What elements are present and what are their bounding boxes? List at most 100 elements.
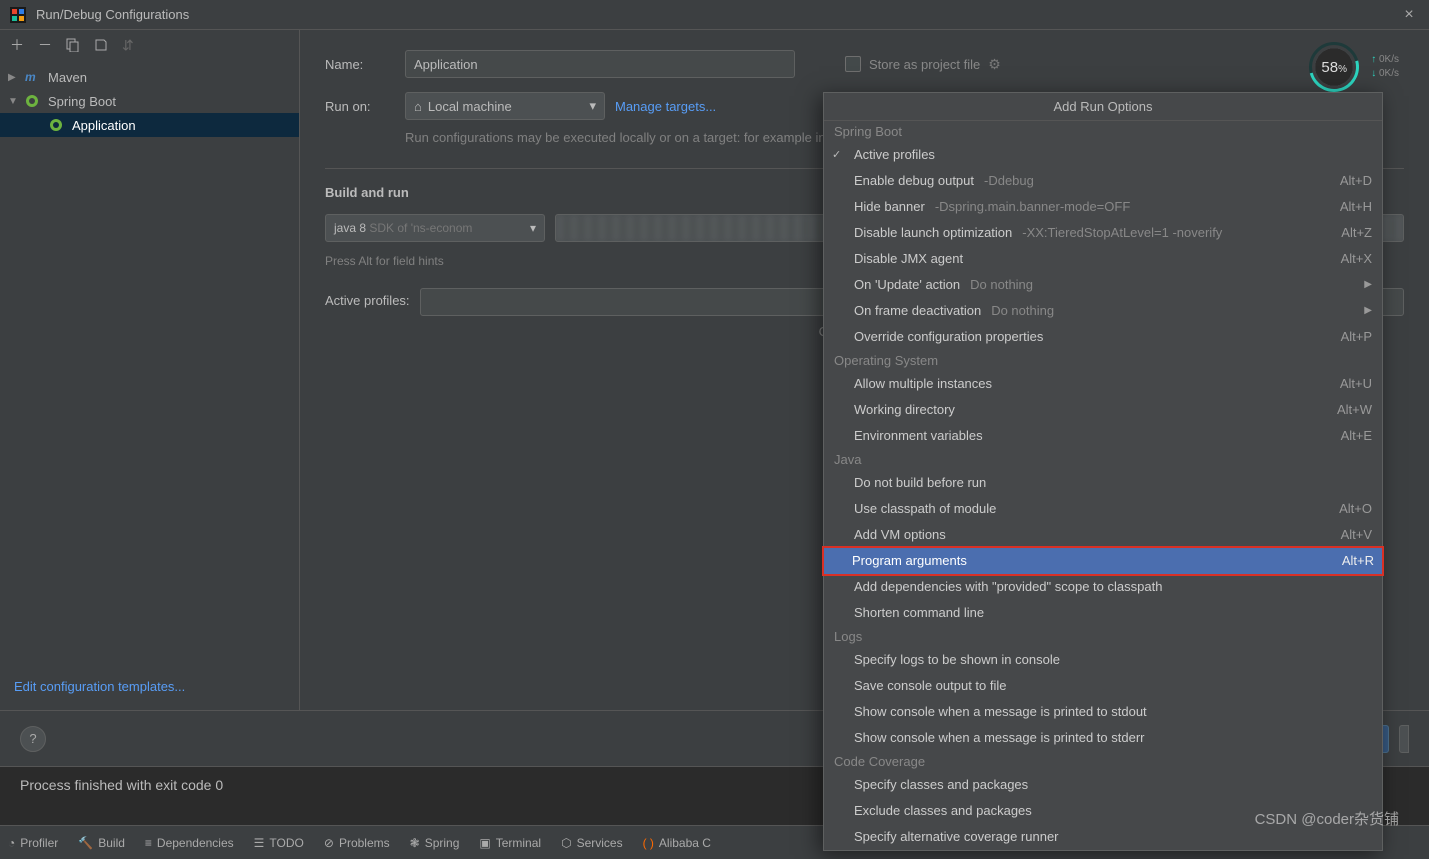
home-icon: ⌂	[414, 99, 422, 114]
popup-item-show-stdout[interactable]: Show console when a message is printed t…	[824, 699, 1382, 725]
store-file-group: Store as project file ⚙	[845, 56, 1001, 73]
gear-icon[interactable]: ⚙	[988, 56, 1001, 73]
popup-item-on-update[interactable]: On 'Update' actionDo nothing▶	[824, 272, 1382, 298]
store-checkbox[interactable]	[845, 56, 861, 72]
console-text: Process finished with exit code 0	[20, 777, 223, 793]
layers-icon: ≡	[145, 836, 152, 850]
chevron-right-icon: ▶	[8, 72, 20, 83]
tab-todo[interactable]: ☰TODO	[254, 836, 304, 850]
store-label: Store as project file	[869, 57, 980, 72]
services-icon: ⬡	[561, 836, 571, 850]
popup-item-add-deps[interactable]: Add dependencies with "provided" scope t…	[824, 574, 1382, 600]
popup-section-os: Operating System	[824, 350, 1382, 371]
popup-item-disable-launch[interactable]: Disable launch optimization-XX:TieredSto…	[824, 220, 1382, 246]
popup-item-add-vm[interactable]: Add VM optionsAlt+V	[824, 522, 1382, 548]
tree-label: Spring Boot	[48, 94, 116, 109]
cancel-button[interactable]	[1399, 725, 1409, 753]
popup-item-spec-logs[interactable]: Specify logs to be shown in console	[824, 647, 1382, 673]
tab-services[interactable]: ⬡Services	[561, 836, 623, 850]
save-icon[interactable]	[94, 38, 108, 52]
copy-icon[interactable]	[66, 38, 80, 52]
tab-profiler[interactable]: ◔Profiler	[8, 836, 58, 850]
popup-title: Add Run Options	[824, 93, 1382, 121]
warning-icon: ⊘	[324, 836, 334, 850]
chevron-down-icon: ▾	[589, 98, 596, 114]
tree-label: Maven	[48, 70, 87, 85]
popup-item-on-frame[interactable]: On frame deactivationDo nothing▶	[824, 298, 1382, 324]
tab-spring[interactable]: ❃Spring	[410, 836, 460, 850]
sdk-prefix: java 8	[334, 221, 366, 235]
performance-widget: 58% 0K/s 0K/s	[1309, 42, 1399, 92]
popup-item-allow-multi[interactable]: Allow multiple instancesAlt+U	[824, 371, 1382, 397]
chevron-right-icon: ▶	[1364, 301, 1372, 321]
sidebar: ＋ － ⇵ ▶ m Maven ▼ Spring Boot Applicatio…	[0, 30, 300, 710]
add-icon[interactable]: ＋	[10, 35, 24, 55]
popup-item-active-profiles[interactable]: ✓Active profiles	[824, 142, 1382, 168]
net-speeds: 0K/s 0K/s	[1371, 53, 1399, 81]
tree-label: Application	[72, 118, 136, 133]
terminal-icon: ▣	[479, 836, 490, 850]
runon-label: Run on:	[325, 99, 395, 114]
popup-item-do-not-build[interactable]: Do not build before run	[824, 470, 1382, 496]
maven-icon: m	[24, 69, 40, 85]
alibaba-icon: ( )	[643, 836, 654, 850]
tree-item-springboot[interactable]: ▼ Spring Boot	[0, 89, 299, 113]
svg-text:m: m	[25, 70, 36, 84]
runon-select[interactable]: ⌂ Local machine ▾	[405, 92, 605, 120]
remove-icon[interactable]: －	[38, 35, 52, 55]
tab-alibaba[interactable]: ( )Alibaba C	[643, 836, 711, 850]
tab-problems[interactable]: ⊘Problems	[324, 836, 390, 850]
edit-templates-link[interactable]: Edit configuration templates...	[14, 679, 185, 694]
edit-templates: Edit configuration templates...	[0, 664, 299, 710]
popup-section-java: Java	[824, 449, 1382, 470]
download-speed: 0K/s	[1371, 67, 1399, 81]
close-icon[interactable]: ×	[1399, 5, 1419, 25]
watermark: CSDN @coder杂货铺	[1255, 808, 1399, 829]
popup-item-disable-jmx[interactable]: Disable JMX agentAlt+X	[824, 246, 1382, 272]
chevron-down-icon: ▾	[530, 221, 536, 235]
popup-item-program-arguments[interactable]: Program argumentsAlt+R	[822, 546, 1384, 576]
name-label: Name:	[325, 57, 395, 72]
popup-item-show-stderr[interactable]: Show console when a message is printed t…	[824, 725, 1382, 751]
tree-item-application[interactable]: Application	[0, 113, 299, 137]
popup-section-coverage: Code Coverage	[824, 751, 1382, 772]
help-button[interactable]: ?	[20, 726, 46, 752]
popup-section-logs: Logs	[824, 626, 1382, 647]
check-icon: ✓	[832, 145, 841, 165]
popup-item-env-vars[interactable]: Environment variablesAlt+E	[824, 423, 1382, 449]
tab-build[interactable]: 🔨Build	[78, 836, 125, 850]
window-title: Run/Debug Configurations	[36, 7, 1399, 22]
name-input[interactable]	[405, 50, 795, 78]
tab-dependencies[interactable]: ≡Dependencies	[145, 836, 234, 850]
move-icon[interactable]: ⇵	[122, 37, 134, 54]
tab-terminal[interactable]: ▣Terminal	[479, 836, 541, 850]
sdk-select[interactable]: java 8 SDK of 'ns-econom ▾	[325, 214, 545, 242]
config-tree: ▶ m Maven ▼ Spring Boot Application	[0, 60, 299, 664]
sidebar-toolbar: ＋ － ⇵	[0, 30, 299, 60]
popup-item-save-console[interactable]: Save console output to file	[824, 673, 1382, 699]
titlebar: Run/Debug Configurations ×	[0, 0, 1429, 30]
tree-item-maven[interactable]: ▶ m Maven	[0, 65, 299, 89]
manage-targets-link[interactable]: Manage targets...	[615, 99, 716, 114]
hammer-icon: 🔨	[78, 836, 93, 850]
add-run-options-popup: Add Run Options Spring Boot ✓Active prof…	[823, 92, 1383, 851]
popup-item-spec-classes[interactable]: Specify classes and packages	[824, 772, 1382, 798]
popup-item-working-dir[interactable]: Working directoryAlt+W	[824, 397, 1382, 423]
chevron-right-icon: ▶	[1364, 275, 1372, 295]
chevron-down-icon: ▼	[8, 96, 20, 107]
popup-item-override-props[interactable]: Override configuration propertiesAlt+P	[824, 324, 1382, 350]
spring-icon: ❃	[410, 836, 420, 850]
popup-section-springboot: Spring Boot	[824, 121, 1382, 142]
popup-item-shorten[interactable]: Shorten command line	[824, 600, 1382, 626]
profiler-icon: ◔	[8, 836, 15, 850]
popup-item-use-classpath[interactable]: Use classpath of moduleAlt+O	[824, 496, 1382, 522]
sdk-suffix: SDK of 'ns-econom	[366, 221, 472, 235]
profiles-label: Active profiles:	[325, 288, 410, 308]
cpu-circle: 58%	[1309, 42, 1359, 92]
springboot-icon	[48, 117, 64, 133]
name-row: Name: Store as project file ⚙	[325, 50, 1404, 78]
springboot-icon	[24, 93, 40, 109]
popup-item-hide-banner[interactable]: Hide banner-Dspring.main.banner-mode=OFF…	[824, 194, 1382, 220]
popup-item-enable-debug[interactable]: Enable debug output-DdebugAlt+D	[824, 168, 1382, 194]
runon-value: Local machine	[428, 99, 584, 114]
